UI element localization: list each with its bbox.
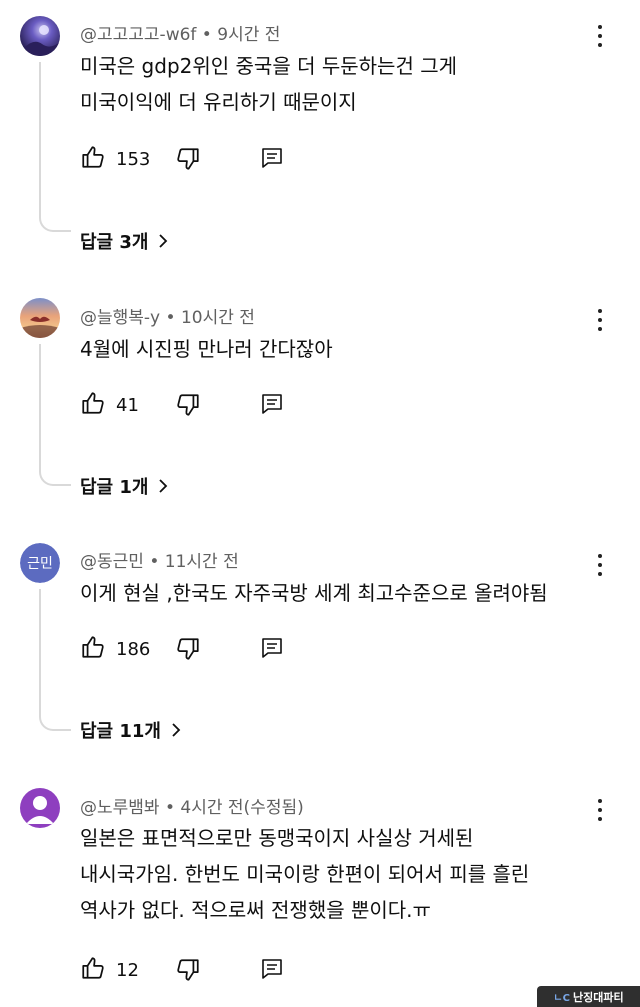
comment-author[interactable]: @고고고고-w6f (80, 25, 196, 45)
comment-meta: @동근민 • 11시간 전 (80, 552, 239, 572)
reply-thread-line (39, 344, 71, 486)
like-count: 186 (116, 638, 151, 660)
thumbs-down-icon (175, 394, 201, 422)
chevron-right-icon (172, 723, 181, 737)
dislike-button[interactable] (175, 957, 201, 987)
comment-actions: 186 (80, 634, 282, 664)
comment-text: 4월에 시진핑 만나러 간다잖아 (80, 337, 333, 361)
dislike-button[interactable] (175, 636, 201, 666)
comment-author[interactable]: @늘행복-y (80, 308, 160, 328)
like-button[interactable]: 153 (80, 144, 150, 174)
thumbs-down-icon (175, 638, 201, 666)
avatar[interactable] (20, 16, 60, 56)
watermark-logo-icon: ㄴC (553, 993, 570, 1004)
view-replies-button[interactable]: 답글 1개 (80, 473, 168, 499)
comment-time[interactable]: 11시간 전 (165, 552, 239, 572)
comment-actions: 12 (80, 955, 282, 985)
thumbs-up-icon (80, 634, 106, 664)
avatar[interactable] (20, 298, 60, 338)
chevron-right-icon (159, 479, 168, 493)
watermark-badge: ㄴC 난징대파티 (537, 986, 640, 1007)
like-count: 12 (116, 959, 139, 981)
reply-button[interactable] (260, 636, 284, 664)
thumbs-up-icon (80, 390, 106, 420)
comment-text: 일본은 표면적으로만 동맹국이지 사실상 거세된 내시국가임. 한번도 미국이랑… (80, 826, 530, 922)
dislike-button[interactable] (175, 146, 201, 176)
thumbs-up-icon (80, 955, 106, 985)
chevron-right-icon (159, 234, 168, 248)
reply-comment-icon (260, 638, 284, 664)
reply-comment-icon (260, 148, 284, 174)
reply-button[interactable] (260, 392, 284, 420)
like-button[interactable]: 186 (80, 634, 150, 664)
reply-comment-icon (260, 959, 284, 985)
view-replies-button[interactable]: 답글 3개 (80, 228, 168, 254)
reply-thread-line (39, 589, 71, 731)
reply-button[interactable] (260, 146, 284, 174)
like-button[interactable]: 41 (80, 390, 139, 420)
more-vert-icon[interactable] (590, 553, 610, 577)
thumbs-down-icon (175, 148, 201, 176)
comment-time[interactable]: 9시간 전 (217, 25, 280, 45)
comment-author[interactable]: @노루뱀봐 (80, 798, 160, 818)
more-vert-icon[interactable] (590, 24, 610, 48)
thumbs-up-icon (80, 144, 106, 174)
reply-comment-icon (260, 394, 284, 420)
avatar[interactable] (20, 788, 60, 828)
watermark-text: 난징대파티 (572, 990, 624, 1004)
avatar[interactable]: 근민 (20, 543, 60, 583)
comment-meta: @노루뱀봐 • 4시간 전(수정됨) (80, 798, 304, 818)
comment-actions: 153 (80, 144, 282, 174)
like-count: 41 (116, 394, 139, 416)
comment-meta: @늘행복-y • 10시간 전 (80, 308, 255, 328)
comment-text: 이게 현실 ,한국도 자주국방 세계 최고수준으로 올려야됨 (80, 581, 548, 605)
reply-thread-line (39, 62, 71, 232)
thumbs-down-icon (175, 959, 201, 987)
avatar-initials: 근민 (20, 543, 60, 583)
comment-meta: @고고고고-w6f • 9시간 전 (80, 25, 281, 45)
like-button[interactable]: 12 (80, 955, 139, 985)
dislike-button[interactable] (175, 392, 201, 422)
comment-time[interactable]: 4시간 전(수정됨) (180, 798, 303, 818)
comment-actions: 41 (80, 390, 282, 420)
reply-button[interactable] (260, 957, 284, 985)
more-vert-icon[interactable] (590, 798, 610, 822)
more-vert-icon[interactable] (590, 308, 610, 332)
comment-text: 미국은 gdp2위인 중국을 더 두둔하는건 그게 미국이익에 더 유리하기 때… (80, 54, 457, 114)
comment-author[interactable]: @동근민 (80, 552, 144, 572)
comment-time[interactable]: 10시간 전 (181, 308, 255, 328)
view-replies-button[interactable]: 답글 11개 (80, 717, 181, 743)
like-count: 153 (116, 148, 151, 170)
